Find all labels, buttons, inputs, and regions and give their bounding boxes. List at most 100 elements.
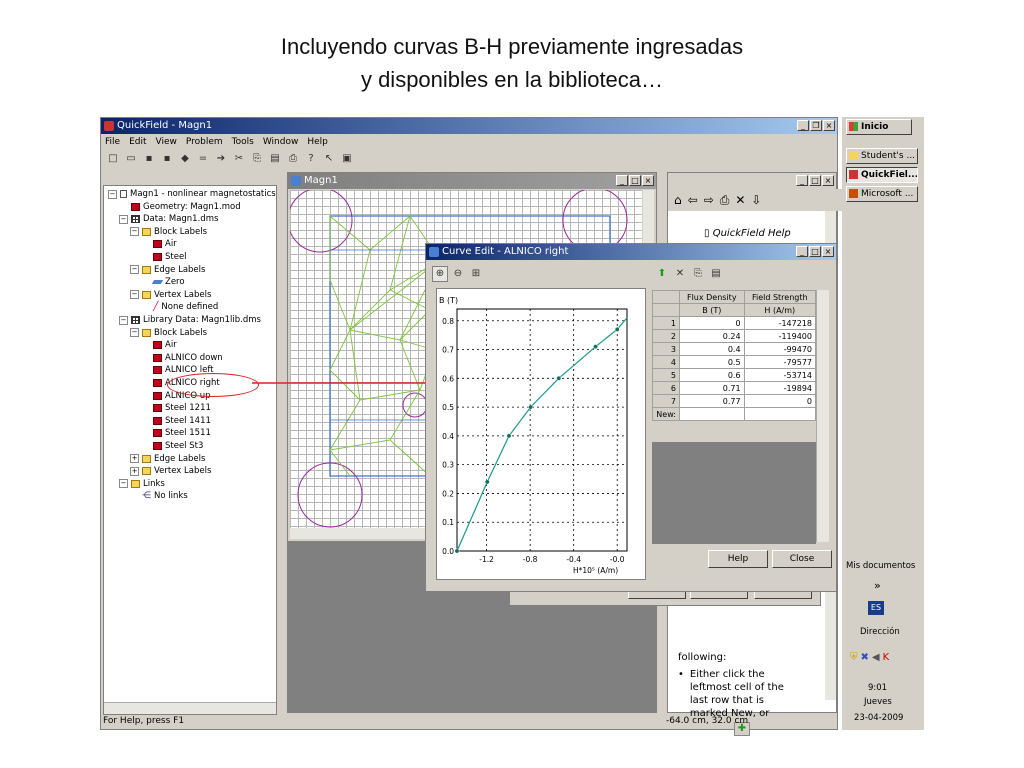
- tree-expander[interactable]: −: [130, 290, 139, 300]
- tree-item[interactable]: − Vertex Labels: [130, 289, 211, 301]
- tree-item[interactable]: − Magn1 - nonlinear magnetostatics p: [108, 188, 276, 200]
- tree-item[interactable]: Steel St3: [141, 440, 203, 452]
- table-vscrollbar[interactable]: [816, 290, 829, 542]
- table-new-row[interactable]: New:: [652, 407, 817, 421]
- start-button[interactable]: Inicio: [846, 119, 912, 135]
- help-down-icon[interactable]: ⇩: [751, 193, 761, 207]
- flux-density-cell[interactable]: 0.4: [679, 342, 745, 356]
- field-strength-cell[interactable]: -53714: [743, 368, 817, 382]
- tree-item[interactable]: ALNICO down: [141, 352, 223, 364]
- zoom-window-icon[interactable]: ⊞: [468, 266, 484, 282]
- new-row-cell[interactable]: [743, 407, 817, 421]
- flux-density-cell[interactable]: 0.77: [679, 394, 745, 408]
- tree-item[interactable]: − Edge Labels: [130, 264, 205, 276]
- paste-table-icon[interactable]: ▤: [708, 266, 724, 282]
- security-shield-icon[interactable]: ⛨: [850, 652, 858, 663]
- zoom-fit-icon[interactable]: ⊕: [432, 266, 448, 282]
- antivirus-icon[interactable]: K: [883, 652, 890, 663]
- save-icon[interactable]: ▪: [141, 151, 157, 167]
- menu-problem[interactable]: Problem: [186, 137, 223, 147]
- menu-help[interactable]: Help: [307, 137, 328, 147]
- field-strength-cell[interactable]: -19894: [743, 381, 817, 395]
- tree-item[interactable]: Steel 1211: [141, 402, 211, 414]
- table-row[interactable]: 1 0 -147218: [652, 316, 817, 330]
- tree-item[interactable]: Steel: [141, 251, 187, 263]
- bh-data-table[interactable]: Flux Density Field Strength B (T) H (A/m…: [652, 290, 817, 421]
- curve-maximize-button[interactable]: □: [809, 246, 821, 257]
- taskbar-chevron[interactable]: »: [874, 579, 881, 592]
- language-indicator[interactable]: ES: [868, 601, 884, 615]
- help-icon[interactable]: ?: [303, 151, 319, 167]
- help-back-icon[interactable]: ⇦: [688, 193, 698, 207]
- tree-item[interactable]: − Block Labels: [130, 327, 207, 339]
- equals-icon[interactable]: =: [195, 151, 211, 167]
- delete-row-icon[interactable]: ✕: [672, 266, 688, 282]
- close-dialog-button[interactable]: Close: [772, 550, 832, 568]
- book-icon[interactable]: ▣: [339, 151, 355, 167]
- flux-density-cell[interactable]: 0.6: [679, 368, 745, 382]
- help-forward-icon[interactable]: ⇨: [704, 193, 714, 207]
- solve-icon[interactable]: ➔: [213, 151, 229, 167]
- tree-expander[interactable]: −: [130, 328, 139, 338]
- tree-item[interactable]: Air: [141, 339, 177, 351]
- network-icon[interactable]: ✖: [861, 652, 869, 663]
- tree-item[interactable]: − Library Data: Magn1lib.dms: [119, 314, 261, 326]
- table-row[interactable]: 6 0.71 -19894: [652, 381, 817, 395]
- help-home-icon[interactable]: ⌂: [674, 193, 682, 207]
- flux-density-cell[interactable]: 0.24: [679, 329, 745, 343]
- table-row[interactable]: 5 0.6 -53714: [652, 368, 817, 382]
- tree-expander[interactable]: −: [119, 214, 128, 224]
- taskbar-item-quickfield[interactable]: QuickFiel...: [846, 167, 918, 183]
- model-title-bar[interactable]: Magn1 _ □ ×: [288, 173, 656, 189]
- tree-expander[interactable]: +: [130, 454, 139, 464]
- restore-button[interactable]: ❐: [810, 120, 822, 131]
- model-minimize-button[interactable]: _: [616, 175, 628, 186]
- tree-item[interactable]: ⋲ No links: [130, 490, 188, 502]
- tree-expander[interactable]: −: [130, 265, 139, 275]
- model-maximize-button[interactable]: □: [629, 175, 641, 186]
- tree-expander[interactable]: +: [130, 466, 139, 476]
- field-strength-cell[interactable]: -79577: [743, 355, 817, 369]
- tree-hscrollbar[interactable]: [104, 702, 276, 714]
- help-button[interactable]: Help: [708, 550, 768, 568]
- volume-icon[interactable]: ◀: [872, 652, 880, 663]
- main-title-bar[interactable]: QuickField - Magn1 _ ❐ ×: [101, 118, 837, 134]
- paste-icon[interactable]: ▤: [267, 151, 283, 167]
- menu-edit[interactable]: Edit: [129, 137, 146, 147]
- tree-item[interactable]: + Edge Labels: [130, 453, 205, 465]
- curve-dialog-title-bar[interactable]: Curve Edit - ALNICO right _ □ ×: [426, 244, 836, 260]
- tree-item[interactable]: Zero: [141, 276, 185, 288]
- help-print-icon[interactable]: ⎙: [720, 193, 730, 208]
- copy-icon[interactable]: ⎘: [249, 151, 265, 167]
- field-strength-cell[interactable]: -99470: [743, 342, 817, 356]
- help-minimize-button[interactable]: _: [796, 175, 808, 186]
- tree-item[interactable]: Steel 1511: [141, 427, 211, 439]
- help-maximize-button[interactable]: □: [809, 175, 821, 186]
- table-row[interactable]: 7 0.77 0: [652, 394, 817, 408]
- tree-item[interactable]: + Vertex Labels: [130, 465, 211, 477]
- model-close-button[interactable]: ×: [642, 175, 654, 186]
- help-close-button[interactable]: ×: [822, 175, 834, 186]
- taskbar-item-microsoft[interactable]: Microsoft ...: [846, 186, 918, 202]
- menu-tools[interactable]: Tools: [232, 137, 254, 147]
- shapes-icon[interactable]: ◆: [177, 151, 193, 167]
- curve-minimize-button[interactable]: _: [796, 246, 808, 257]
- flux-density-cell[interactable]: 0: [679, 316, 745, 330]
- tree-expander[interactable]: −: [108, 189, 117, 199]
- direccion-label[interactable]: Dirección: [860, 627, 900, 637]
- tree-item[interactable]: − Links: [119, 478, 165, 490]
- table-row[interactable]: 4 0.5 -79577: [652, 355, 817, 369]
- field-strength-cell[interactable]: -119400: [743, 329, 817, 343]
- tree-item[interactable]: ╱ None defined: [141, 301, 218, 313]
- flux-density-cell[interactable]: 0.5: [679, 355, 745, 369]
- zoom-out-icon[interactable]: ⊖: [450, 266, 466, 282]
- table-row[interactable]: 3 0.4 -99470: [652, 342, 817, 356]
- taskbar-item-students[interactable]: Student's ...: [846, 148, 918, 164]
- new-row-cell[interactable]: [679, 407, 745, 421]
- curve-close-button[interactable]: ×: [822, 246, 834, 257]
- tree-expander[interactable]: −: [119, 479, 128, 489]
- help-close-icon[interactable]: ✕: [735, 193, 745, 207]
- tree-expander[interactable]: −: [130, 227, 139, 237]
- menu-file[interactable]: File: [105, 137, 120, 147]
- tree-item[interactable]: Air: [141, 238, 177, 250]
